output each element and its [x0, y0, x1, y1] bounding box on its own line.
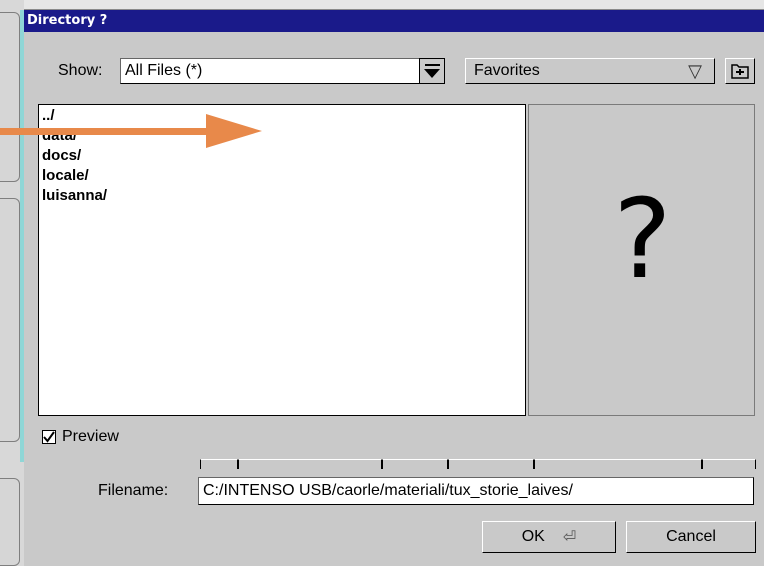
show-label: Show: [58, 62, 103, 79]
path-segment[interactable] [702, 459, 756, 469]
show-dropdown-button[interactable] [419, 58, 445, 84]
path-segment[interactable] [448, 459, 534, 469]
path-segment[interactable] [534, 459, 702, 469]
filename-value: C:/INTENSO USB/caorle/materiali/tux_stor… [203, 482, 573, 499]
cancel-button[interactable]: Cancel [626, 521, 756, 553]
path-segment[interactable] [382, 459, 448, 469]
dialog-titlebar[interactable]: Directory ? [24, 10, 764, 32]
favorites-dropdown[interactable]: Favorites ▽ [465, 58, 715, 84]
favorites-label: Favorites [474, 62, 540, 79]
annotation-arrow-icon [0, 114, 262, 148]
preview-pane: ? [528, 104, 755, 416]
dialog-title: Directory ? [27, 13, 108, 28]
filename-input[interactable]: C:/INTENSO USB/caorle/materiali/tux_stor… [198, 477, 754, 505]
background-window-edge [0, 0, 764, 10]
background-panel [0, 478, 20, 566]
path-segment[interactable] [238, 459, 382, 469]
cancel-label: Cancel [666, 528, 716, 545]
preview-checkbox[interactable] [42, 430, 56, 444]
ok-label: OK [521, 528, 545, 545]
path-segments [200, 459, 756, 469]
preview-label: Preview [62, 428, 119, 445]
filename-label: Filename: [98, 482, 169, 499]
question-mark-icon: ? [613, 175, 672, 303]
background-panel [0, 198, 20, 442]
list-item[interactable]: locale/ [42, 167, 89, 184]
triangle-down-icon [424, 68, 440, 78]
directory-dialog: Directory ? Show: All Files (*) Favorite… [24, 10, 764, 566]
ok-button[interactable]: OK ⏎ [482, 521, 616, 553]
triangle-down-outline-icon: ▽ [688, 61, 702, 81]
show-filter-value: All Files (*) [125, 62, 203, 79]
add-favorite-icon [731, 64, 749, 79]
path-segment[interactable] [200, 459, 238, 469]
checkmark-icon [43, 431, 55, 443]
show-filter-select[interactable]: All Files (*) [120, 58, 444, 84]
add-favorite-button[interactable] [725, 58, 755, 84]
enter-key-icon: ⏎ [562, 529, 577, 546]
background-panel [0, 12, 20, 182]
list-item[interactable]: luisanna/ [42, 187, 107, 204]
dropdown-bar [425, 64, 440, 66]
